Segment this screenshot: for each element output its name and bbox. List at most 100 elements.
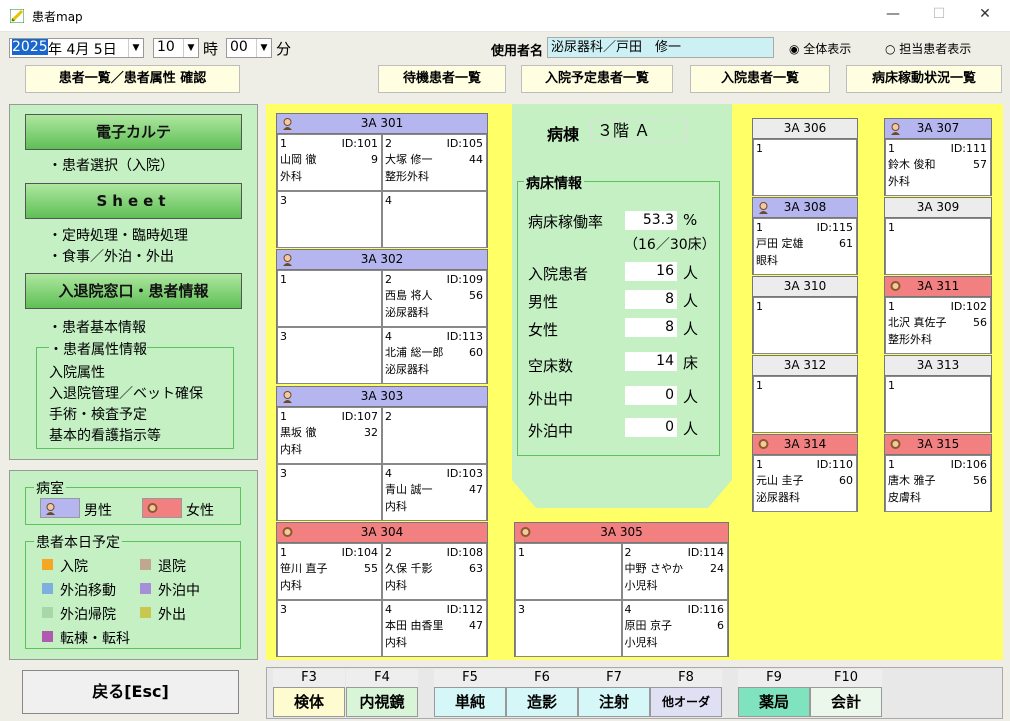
- close-button[interactable]: ✕: [962, 6, 1008, 26]
- patient-list-button[interactable]: 患者一覧／患者属性 確認: [25, 65, 240, 93]
- room-header[interactable]: 3A 311: [885, 277, 991, 297]
- bed-cell[interactable]: 1 ID:110 元山 圭子 60 泌尿器科: [753, 455, 857, 512]
- patient-name: 戸田 定雄: [756, 237, 804, 250]
- bed-cell[interactable]: 4 ID:112 本田 由香里 47 内科: [382, 600, 487, 657]
- bed-cell[interactable]: 3: [277, 327, 382, 384]
- back-button[interactable]: 戻る[Esc]: [22, 670, 239, 714]
- bed-cell[interactable]: 2 ID:109 西島 将人 56 泌尿器科: [382, 270, 487, 327]
- room-header[interactable]: 3A 312: [753, 356, 857, 376]
- room-header[interactable]: 3A 305: [515, 523, 728, 543]
- patient-name: 中野 さやか: [624, 562, 684, 575]
- fkey-f10[interactable]: F10 会計: [810, 669, 882, 717]
- maximize-button[interactable]: ☐: [916, 6, 962, 26]
- room-header[interactable]: 3A 310: [753, 277, 857, 297]
- patient-age: 9: [371, 153, 378, 166]
- fkey-label: 単純: [434, 687, 506, 717]
- attr-item[interactable]: 入院属性: [49, 362, 105, 382]
- fkey-label: 薬局: [738, 687, 810, 717]
- chevron-down-icon: ▼: [183, 39, 198, 57]
- user-field[interactable]: 泌尿器科／戸田 修一: [547, 37, 774, 58]
- bed-cell[interactable]: 1 ID:104 笹川 直子 55 内科: [277, 543, 382, 600]
- sheet-button[interactable]: Sheet: [25, 183, 242, 219]
- attr-item[interactable]: 基本的看護指示等: [49, 425, 161, 445]
- hour-select[interactable]: 10 ▼: [153, 38, 199, 58]
- patient-name: 北沢 真佐子: [888, 316, 947, 329]
- bed-cell[interactable]: 1 ID:106 唐木 雅子 56 皮膚科: [885, 455, 991, 512]
- room-header[interactable]: 3A 308: [753, 198, 857, 218]
- admission-button[interactable]: 入退院窓口・患者情報: [25, 273, 242, 309]
- patient-age: 56: [973, 474, 987, 487]
- patient-id: ID:104: [341, 546, 378, 559]
- room-header[interactable]: 3A 315: [885, 435, 991, 455]
- fkey-f6[interactable]: F6 造影: [506, 669, 578, 717]
- bed-cell[interactable]: 1: [515, 543, 622, 600]
- outing-value: 0: [625, 386, 677, 405]
- bed-cell[interactable]: 4 ID:113 北浦 総一郎 60 泌尿器科: [382, 327, 487, 384]
- attr-item[interactable]: 手術・検査予定: [49, 404, 147, 424]
- minute-select[interactable]: 00 ▼: [226, 38, 272, 58]
- minimize-button[interactable]: —: [870, 6, 916, 26]
- bed-cell[interactable]: 1 ID:115 戸田 定雄 61 眼科: [753, 218, 857, 275]
- bed-cell[interactable]: 1: [277, 270, 382, 327]
- bed-cell[interactable]: 1: [753, 297, 857, 354]
- room-header[interactable]: 3A 314: [753, 435, 857, 455]
- fkey-f7[interactable]: F7 注射: [578, 669, 650, 717]
- radio-all[interactable]: ◉ 全体表示: [789, 40, 851, 57]
- bed-cell[interactable]: 1 ID:111 鈴木 俊和 57 外科: [885, 139, 991, 196]
- room-header[interactable]: 3A 304: [277, 523, 487, 543]
- bed-cell[interactable]: 4 ID:103 青山 誠一 47 内科: [382, 464, 487, 521]
- patient-age: 32: [364, 426, 378, 439]
- attr-item[interactable]: 入退院管理／ベット確保: [49, 383, 203, 403]
- bed-cell[interactable]: 1: [753, 376, 857, 433]
- waiting-list-button[interactable]: 待機患者一覧: [378, 65, 506, 93]
- bed-cell[interactable]: 2 ID:108 久保 千影 63 内科: [382, 543, 487, 600]
- bed-cell[interactable]: 1 ID:102 北沢 真佐子 56 整形外科: [885, 297, 991, 354]
- bed-cell[interactable]: 1 ID:101 山岡 徹 9 外科: [277, 134, 382, 191]
- bed-cell[interactable]: 4 ID:116 原田 京子 6 小児科: [621, 600, 728, 657]
- room-name: 3A 310: [783, 279, 827, 293]
- bed-cell[interactable]: 2 ID:105 大塚 修一 44 整形外科: [382, 134, 487, 191]
- fkey-f8[interactable]: F8 他オーダ: [650, 669, 722, 717]
- legend-panel: 病室 男性 女性 患者本日予定 入院 退院 外泊移動 外泊中 外泊帰院 外出 転…: [9, 470, 258, 660]
- fkey-f9[interactable]: F9 薬局: [738, 669, 810, 717]
- inpatient-list-button[interactable]: 入院患者一覧: [690, 65, 830, 93]
- room-header[interactable]: 3A 309: [885, 198, 991, 218]
- bed-cell[interactable]: 3: [277, 464, 382, 521]
- fkey-label: 検体: [273, 687, 345, 717]
- room-header[interactable]: 3A 303: [277, 387, 487, 407]
- bed-cell[interactable]: 3: [515, 600, 622, 657]
- bed-cell[interactable]: 2 ID:114 中野 さやか 24 小児科: [621, 543, 728, 600]
- room-header[interactable]: 3A 306: [753, 119, 857, 139]
- bed-cell[interactable]: 1: [885, 376, 991, 433]
- bed-cell[interactable]: 4: [382, 191, 487, 248]
- room-name: 3A 304: [360, 525, 404, 539]
- fkey-f5[interactable]: F5 単純: [434, 669, 506, 717]
- room-header[interactable]: 3A 301: [277, 114, 487, 134]
- bed-number: 3: [518, 603, 525, 616]
- fkey-f4[interactable]: F4 内視鏡: [346, 669, 418, 717]
- radio-mine[interactable]: ○ 担当患者表示: [885, 40, 971, 57]
- room-header[interactable]: 3A 302: [277, 250, 487, 270]
- bed-cell[interactable]: 1 ID:107 黒坂 徹 32 内科: [277, 407, 382, 464]
- male-icon: [889, 122, 902, 135]
- bed-cell[interactable]: 1: [885, 218, 991, 275]
- ehr-button[interactable]: 電子カルテ: [25, 114, 242, 150]
- admission-sub1: ・患者基本情報: [48, 320, 146, 336]
- room-308: 3A 308 1 ID:115 戸田 定雄 61 眼科: [752, 197, 858, 275]
- date-select[interactable]: 2025 年 4月 5日 ▼: [9, 38, 144, 58]
- fkey-f3[interactable]: F3 検体: [273, 669, 345, 717]
- bed-cell[interactable]: 3: [277, 191, 382, 248]
- patient-id: ID:110: [816, 458, 853, 471]
- patient-name: 原田 京子: [624, 619, 673, 632]
- sheet-sub2: ・食事／外泊・外出: [48, 249, 174, 265]
- room-header[interactable]: 3A 307: [885, 119, 991, 139]
- patient-dept: 内科: [385, 579, 407, 592]
- bed-status-button[interactable]: 病床稼動状況一覧: [846, 65, 1002, 93]
- bed-cell[interactable]: 2: [382, 407, 487, 464]
- bed-cell[interactable]: 3: [277, 600, 382, 657]
- bed-number: 1: [280, 273, 287, 286]
- scheduled-list-button[interactable]: 入院予定患者一覧: [521, 65, 673, 93]
- room-header[interactable]: 3A 313: [885, 356, 991, 376]
- bed-cell[interactable]: 1: [753, 139, 857, 196]
- male-count-value: 8: [625, 290, 677, 309]
